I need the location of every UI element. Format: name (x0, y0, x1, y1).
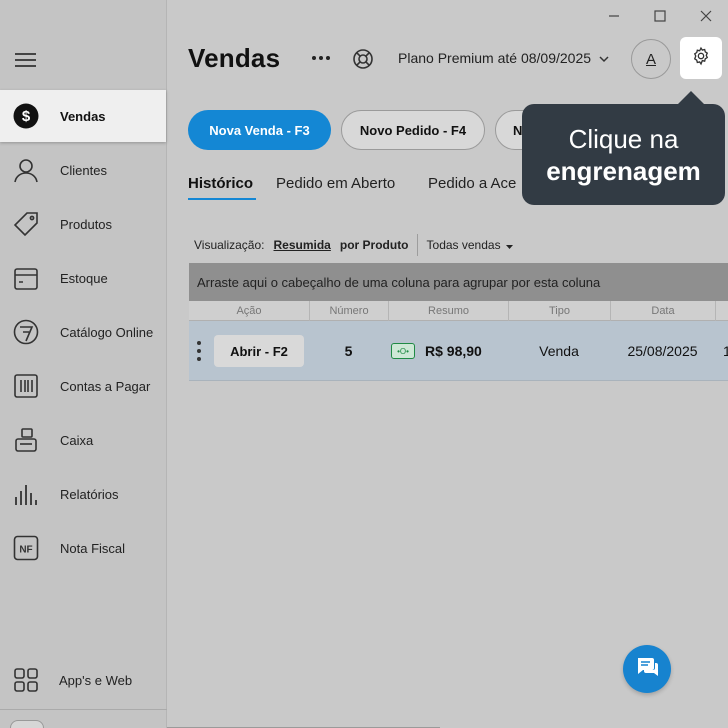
svg-text:NF: NF (19, 545, 32, 556)
user-icon (12, 156, 40, 184)
sidebar-item-label: Caixa (60, 432, 94, 448)
sidebar-item-vendas[interactable]: $ Vendas (0, 90, 166, 142)
sidebar-item-produtos[interactable]: Produtos (0, 198, 166, 250)
plan-label: Plano Premium até 08/09/2025 (398, 50, 592, 66)
cell-resumo-value: R$ 98,90 (425, 343, 482, 359)
active-tab-indicator (188, 198, 256, 200)
tab-historico[interactable]: Histórico (188, 175, 253, 192)
sidebar: $ Vendas Clientes Produtos Estoque Catál… (0, 0, 167, 728)
cell-extra: 1 (723, 343, 728, 359)
tag-icon (12, 210, 40, 238)
sidebar-item-nota-fiscal[interactable]: NF Nota Fiscal (0, 522, 166, 574)
sidebar-item-label: Contas a Pagar (60, 378, 151, 394)
group-by-drop-area[interactable]: Arraste aqui o cabeçalho de uma coluna p… (189, 263, 728, 301)
sidebar-item-label: Clientes (60, 162, 107, 178)
sidebar-divider (0, 709, 167, 710)
grid-header: Ação Número Resumo Tipo Data (189, 301, 728, 321)
svg-text:$: $ (22, 108, 31, 125)
sidebar-item-clientes[interactable]: Clientes (0, 144, 166, 196)
sidebar-item-label: Estoque (60, 270, 108, 286)
sidebar-item-caixa[interactable]: Caixa (0, 414, 166, 466)
minimize-icon[interactable] (606, 8, 622, 24)
cash-register-icon (12, 426, 40, 454)
filter-dropdown[interactable]: Todas vendas (427, 238, 513, 252)
column-header-resumo[interactable]: Resumo (388, 301, 508, 321)
avatar[interactable]: A (631, 39, 671, 79)
view-option-resumida[interactable]: Resumida (274, 238, 331, 252)
row-menu-icon[interactable] (197, 341, 201, 361)
tab-pedido-em-aberto[interactable]: Pedido em Aberto (276, 175, 395, 192)
sidebar-item-label: Produtos (60, 216, 113, 232)
tooltip-arrow (677, 91, 705, 105)
bar-chart-icon (12, 480, 40, 508)
new-order-button[interactable]: Novo Pedido - F4 (341, 110, 485, 150)
help-lifebuoy-icon[interactable] (352, 48, 374, 70)
tab-pedido-a-aceitar[interactable]: Pedido a Ace (428, 175, 516, 192)
onboarding-tooltip: Clique na engrenagem (522, 104, 725, 205)
sidebar-item-relatorios[interactable]: Relatórios (0, 468, 166, 520)
column-header-data[interactable]: Data (610, 301, 715, 321)
column-header-more[interactable] (715, 301, 728, 321)
sidebar-item-label: App's e Web (59, 672, 133, 688)
sidebar-item-label: Vendas (60, 108, 106, 124)
page-title: Vendas (188, 43, 281, 73)
more-options-icon[interactable] (309, 48, 333, 68)
plan-dropdown[interactable]: Plano Premium até 08/09/2025 (398, 50, 609, 66)
divider (416, 234, 418, 256)
sidebar-toggle[interactable] (10, 720, 44, 728)
sidebar-item-catalogo-online[interactable]: Catálogo Online (0, 306, 166, 358)
nf-icon: NF (12, 534, 40, 562)
filter-label: Todas vendas (426, 238, 501, 252)
column-header-acao[interactable]: Ação (189, 301, 309, 321)
maximize-icon[interactable] (652, 8, 668, 24)
bill-icon (12, 372, 40, 400)
hamburger-menu-icon[interactable] (15, 53, 36, 67)
gear-icon (691, 46, 711, 71)
caret-down-icon (505, 238, 513, 252)
sidebar-item-apps-web[interactable]: App's e Web (0, 654, 166, 706)
tooltip-line-2: engrenagem (546, 155, 701, 186)
sidebar-item-contas-a-pagar[interactable]: Contas a Pagar (0, 360, 166, 412)
apps-grid-icon (12, 666, 40, 694)
table-row[interactable]: Abrir - F2 5 •O• R$ 98,90 Venda 25/08/20… (189, 321, 728, 381)
cell-numero: 5 (344, 343, 353, 359)
view-label: Visualização: (194, 238, 265, 252)
cell-data: 25/08/2025 (627, 343, 698, 359)
new-sale-button[interactable]: Nova Venda - F3 (188, 110, 331, 150)
sidebar-item-label: Nota Fiscal (60, 540, 126, 556)
sidebar-item-estoque[interactable]: Estoque (0, 252, 166, 304)
cell-resumo: •O• R$ 98,90 (388, 321, 508, 381)
open-sale-button[interactable]: Abrir - F2 (214, 335, 304, 367)
view-option-por-produto[interactable]: por Produto (340, 238, 409, 252)
close-icon[interactable] (698, 8, 714, 24)
sidebar-item-label: Relatórios (60, 486, 119, 502)
cell-tipo: Venda (539, 343, 579, 359)
chat-icon (635, 656, 659, 683)
column-header-tipo[interactable]: Tipo (508, 301, 610, 321)
chat-button[interactable] (623, 645, 671, 693)
dollar-circle-icon: $ (12, 102, 40, 130)
cash-money-icon: •O• (391, 343, 415, 359)
view-options: Visualização: Resumida por Produto Todas… (194, 234, 513, 256)
box-icon (12, 264, 40, 292)
settings-gear-button[interactable] (680, 37, 722, 79)
catalog-icon (12, 318, 40, 346)
tooltip-line-1: Clique na (568, 123, 679, 154)
chevron-down-icon (599, 50, 609, 66)
sidebar-item-label: Catálogo Online (60, 324, 154, 340)
column-header-numero[interactable]: Número (309, 301, 388, 321)
